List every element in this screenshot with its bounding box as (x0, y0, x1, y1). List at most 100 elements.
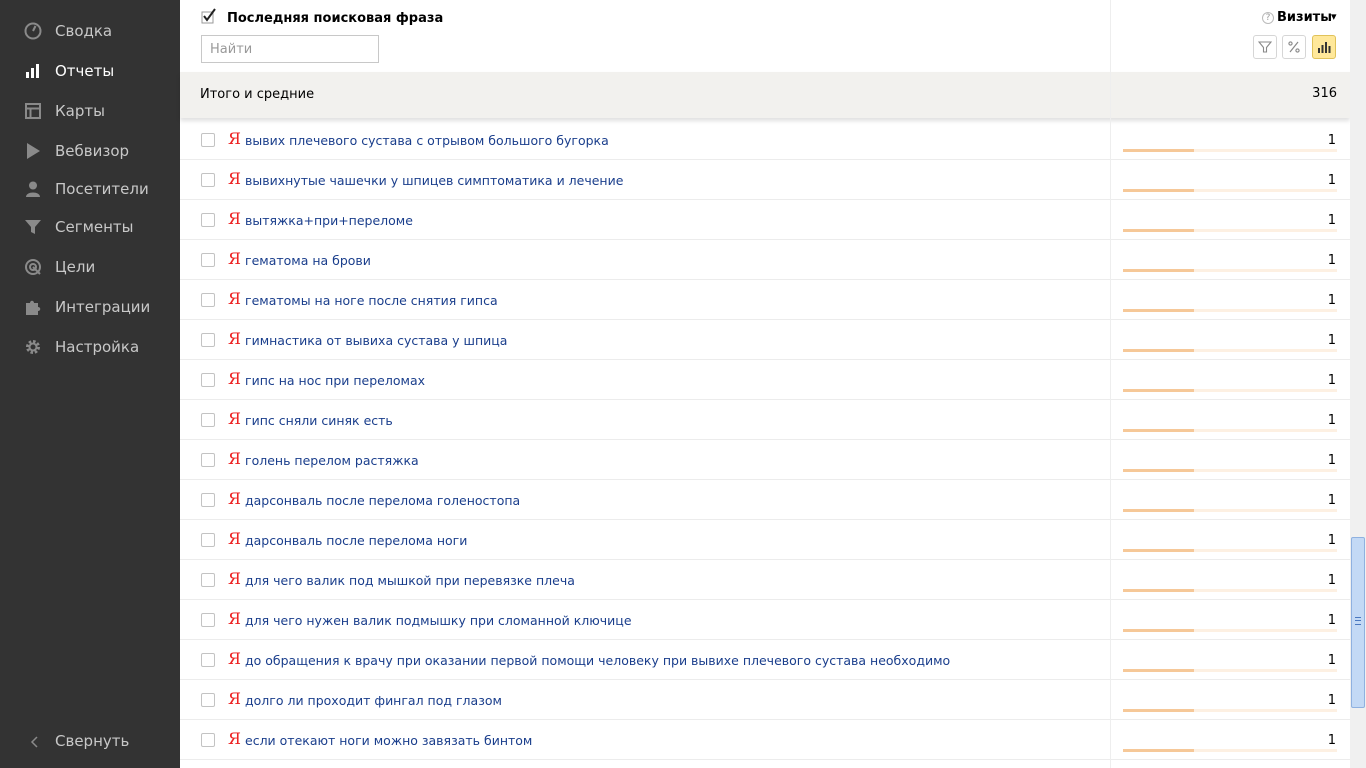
totals-label: Итого и средние (200, 87, 315, 102)
search-phrase-link[interactable]: вывих плечевого сустава с отрывом большо… (245, 133, 609, 148)
yandex-icon: Я (228, 609, 241, 628)
metric-title[interactable]: Визиты (1277, 10, 1332, 25)
row-checkbox[interactable] (201, 253, 215, 267)
column-divider (1110, 0, 1111, 768)
visits-value: 1 (1327, 413, 1336, 428)
visits-value: 1 (1327, 133, 1336, 148)
visits-value: 1 (1327, 293, 1336, 308)
visits-share-bar (1123, 749, 1337, 752)
bar-chart-icon (1318, 42, 1331, 53)
visits-share-bar (1123, 389, 1337, 392)
row-checkbox[interactable] (201, 613, 215, 627)
search-phrase-link[interactable]: вытяжка+при+переломе (245, 213, 413, 228)
percent-button[interactable] (1282, 35, 1306, 59)
funnel-icon (24, 218, 42, 236)
sidebar-item-label: Интеграции (55, 298, 151, 316)
visits-share-fill (1123, 669, 1194, 672)
search-phrase-link[interactable]: для чего нужен валик подмышку при сломан… (245, 613, 632, 628)
visits-share-bar (1123, 469, 1337, 472)
search-phrase-link[interactable]: гематомы на ноге после снятия гипса (245, 293, 498, 308)
user-icon (24, 180, 42, 198)
row-checkbox[interactable] (201, 133, 215, 147)
search-phrase-link[interactable]: вывихнутые чашечки у шпицев симптоматика… (245, 173, 623, 188)
visits-share-fill (1123, 749, 1194, 752)
row-checkbox[interactable] (201, 413, 215, 427)
table-row: Ягипс на нос при переломах 1 (180, 360, 1350, 400)
search-phrase-link[interactable]: гематома на брови (245, 253, 371, 268)
yandex-icon: Я (228, 329, 241, 348)
sidebar-collapse-button[interactable]: Свернуть (0, 724, 180, 760)
visits-value: 1 (1327, 213, 1336, 228)
gear-icon (24, 338, 42, 356)
row-checkbox[interactable] (201, 293, 215, 307)
table-row: Ядля чего валик под мышкой при перевязке… (180, 560, 1350, 600)
sidebar-item-label: Посетители (55, 180, 149, 198)
help-icon[interactable]: ? (1262, 12, 1274, 24)
yandex-icon: Я (228, 289, 241, 308)
sidebar-item-maps[interactable]: Карты (0, 93, 180, 129)
search-phrase-link[interactable]: голень перелом растяжка (245, 453, 419, 468)
filter-button[interactable] (1253, 35, 1277, 59)
row-checkbox[interactable] (201, 493, 215, 507)
report-table: Последняя поисковая фраза ? Визиты ▾ Ито… (180, 0, 1350, 768)
table-row: Ядарсонваль после перелома голеностопа 1 (180, 480, 1350, 520)
dimension-checkbox[interactable] (201, 8, 217, 24)
visits-share-bar (1123, 589, 1337, 592)
vertical-scrollbar[interactable] (1350, 0, 1366, 768)
yandex-icon: Я (228, 169, 241, 188)
row-checkbox[interactable] (201, 213, 215, 227)
chart-bars-button[interactable] (1312, 35, 1336, 59)
visits-share-bar (1123, 149, 1337, 152)
row-checkbox[interactable] (201, 173, 215, 187)
sidebar-item-goals[interactable]: Цели (0, 249, 180, 285)
sidebar-item-segments[interactable]: Сегменты (0, 209, 180, 245)
sidebar-item-summary[interactable]: Сводка (0, 13, 180, 49)
sidebar-item-integrations[interactable]: Интеграции (0, 289, 180, 325)
dimension-title[interactable]: Последняя поисковая фраза (227, 11, 443, 26)
row-checkbox[interactable] (201, 453, 215, 467)
puzzle-icon (24, 298, 42, 316)
search-phrase-link[interactable]: до обращения к врачу при оказании первой… (245, 653, 950, 668)
visits-share-fill (1123, 189, 1194, 192)
percent-icon (1288, 41, 1300, 53)
row-checkbox[interactable] (201, 733, 215, 747)
search-phrase-link[interactable]: гимнастика от вывиха сустава у шпица (245, 333, 507, 348)
visits-share-fill (1123, 509, 1194, 512)
sidebar-item-webvisor[interactable]: Вебвизор (0, 133, 180, 169)
sidebar-item-label: Цели (55, 258, 96, 276)
visits-share-fill (1123, 629, 1194, 632)
search-phrase-link[interactable]: долго ли проходит фингал под глазом (245, 693, 502, 708)
sort-arrow-icon[interactable]: ▾ (1331, 10, 1337, 23)
table-row: Ягематома на брови 1 (180, 240, 1350, 280)
row-checkbox[interactable] (201, 653, 215, 667)
sidebar-item-settings[interactable]: Настройка (0, 329, 180, 365)
sidebar-item-reports[interactable]: Отчеты (0, 53, 180, 89)
sidebar-item-visitors[interactable]: Посетители (0, 171, 180, 207)
search-input[interactable] (201, 35, 379, 63)
visits-share-fill (1123, 389, 1194, 392)
visits-share-bar (1123, 269, 1337, 272)
row-checkbox[interactable] (201, 333, 215, 347)
search-phrase-link[interactable]: гипс сняли синяк есть (245, 413, 393, 428)
sidebar-item-label: Отчеты (55, 62, 115, 80)
search-phrase-link[interactable]: гипс на нос при переломах (245, 373, 425, 388)
visits-value: 1 (1327, 373, 1336, 388)
sidebar-item-label: Вебвизор (55, 142, 130, 160)
row-checkbox[interactable] (201, 573, 215, 587)
yandex-icon: Я (228, 529, 241, 548)
scrollbar-thumb[interactable] (1351, 537, 1365, 708)
row-checkbox[interactable] (201, 533, 215, 547)
visits-share-fill (1123, 229, 1194, 232)
search-phrase-link[interactable]: для чего валик под мышкой при перевязке … (245, 573, 575, 588)
table-row: Ядолго ли проходит фингал под глазом 1 (180, 680, 1350, 720)
search-phrase-link[interactable]: дарсонваль после перелома голеностопа (245, 493, 520, 508)
row-checkbox[interactable] (201, 693, 215, 707)
visits-share-bar (1123, 669, 1337, 672)
search-phrase-link[interactable]: дарсонваль после перелома ноги (245, 533, 467, 548)
visits-share-fill (1123, 349, 1194, 352)
yandex-icon: Я (228, 129, 241, 148)
row-checkbox[interactable] (201, 373, 215, 387)
search-phrase-link[interactable]: если отекают ноги можно завязать бинтом (245, 733, 532, 748)
visits-value: 1 (1327, 573, 1336, 588)
visits-share-bar (1123, 349, 1337, 352)
